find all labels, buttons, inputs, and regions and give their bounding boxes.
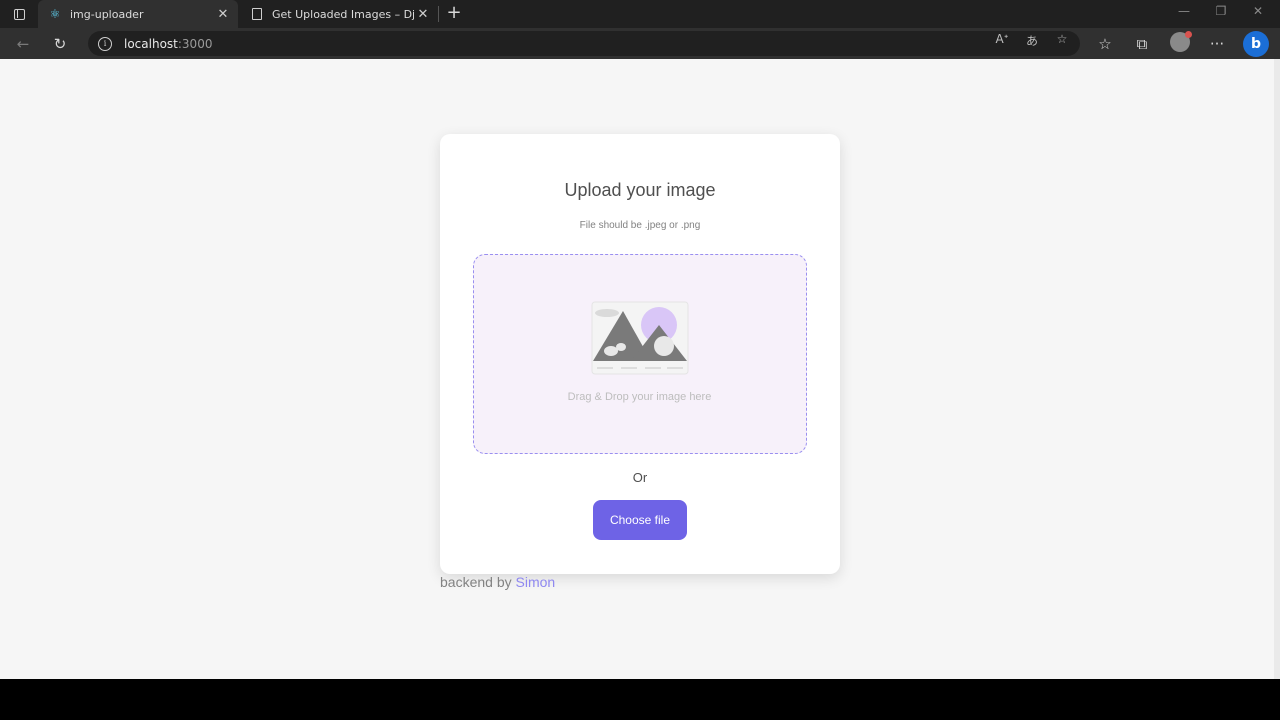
close-tab-icon[interactable]: ✕: [214, 7, 232, 22]
close-window-icon[interactable]: ✕: [1248, 4, 1268, 18]
or-separator: Or: [632, 470, 648, 485]
more-options-icon[interactable]: ···: [1206, 33, 1228, 55]
favorites-icon[interactable]: ☆: [1094, 33, 1116, 55]
tab-img-uploader[interactable]: ⚛ img-uploader ✕: [38, 0, 238, 28]
page-viewport: Upload your image File should be .jpeg o…: [0, 59, 1274, 679]
file-type-hint: File should be .jpeg or .png: [579, 220, 701, 231]
site-info-icon[interactable]: i: [98, 36, 112, 51]
translate-icon[interactable]: あ: [1023, 32, 1041, 49]
minimize-icon[interactable]: —: [1174, 4, 1194, 18]
bing-icon[interactable]: b: [1243, 31, 1269, 57]
taskbar-area: [0, 679, 1280, 720]
browser-tab-strip: ⚛ img-uploader ✕ Get Uploaded Images – D…: [0, 0, 1280, 28]
tab-label: img-uploader: [70, 7, 144, 21]
choose-file-button[interactable]: Choose file: [593, 500, 687, 540]
address-bar[interactable]: i localhost :3000: [88, 31, 1080, 56]
tab-divider: [438, 6, 439, 22]
back-arrow-icon[interactable]: ←: [12, 33, 34, 55]
browser-toolbar: ← ↻ i localhost :3000 Aᐩ あ ☆ ☆ ⧉ ··· b: [0, 28, 1280, 59]
dropzone-label: Drag & Drop your image here: [567, 391, 712, 403]
upload-card: Upload your image File should be .jpeg o…: [440, 134, 840, 574]
tab-actions-icon[interactable]: [8, 5, 30, 23]
read-aloud-icon[interactable]: Aᐩ: [993, 32, 1011, 46]
tab-label: Get Uploaded Images – Django: [272, 7, 414, 21]
close-tab-icon[interactable]: ✕: [414, 7, 432, 22]
collections-icon[interactable]: ⧉: [1131, 33, 1153, 55]
react-icon: ⚛: [49, 7, 61, 21]
image-placeholder-icon: [591, 301, 689, 375]
profile-avatar[interactable]: [1170, 31, 1192, 52]
footer-prefix: backend by: [440, 574, 516, 590]
restore-icon[interactable]: ❐: [1211, 4, 1231, 18]
page-scrollbar[interactable]: [1274, 59, 1280, 679]
address-port: :3000: [177, 36, 213, 51]
new-tab-icon[interactable]: +: [444, 3, 464, 23]
footer-credit: backend by Simon: [440, 574, 555, 590]
add-favorite-icon[interactable]: ☆: [1053, 32, 1071, 46]
document-icon: [252, 8, 262, 20]
author-link[interactable]: Simon: [516, 574, 556, 590]
address-host: localhost: [124, 36, 178, 51]
page-title: Upload your image: [564, 180, 716, 200]
image-dropzone[interactable]: Drag & Drop your image here: [473, 254, 807, 454]
refresh-icon[interactable]: ↻: [49, 33, 71, 55]
tab-uploaded-images[interactable]: Get Uploaded Images – Django ✕: [240, 0, 438, 28]
